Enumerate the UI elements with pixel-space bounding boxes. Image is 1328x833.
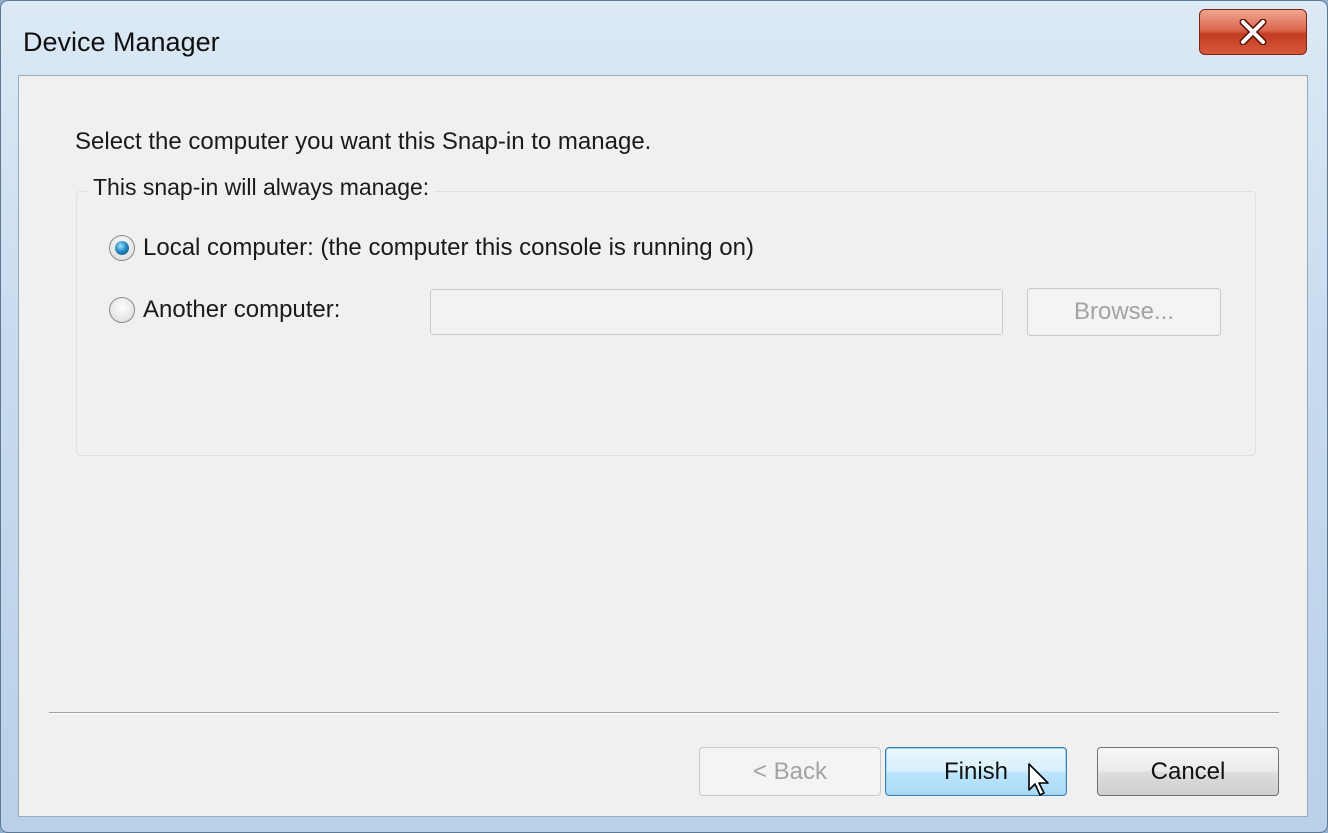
title-bar: Device Manager [1,1,1327,77]
radio-local-computer[interactable]: Local computer: (the computer this conso… [109,234,754,262]
another-computer-input[interactable] [430,289,1003,335]
radio-local-computer-label: Local computer: (the computer this conso… [143,234,754,261]
radio-another-computer[interactable]: Another computer: [109,296,340,324]
radio-another-computer-label: Another computer: [143,296,341,323]
group-legend: This snap-in will always manage: [87,174,436,201]
footer-separator [49,712,1279,714]
device-manager-dialog: Device Manager Select the computer you w… [0,0,1328,833]
browse-button[interactable]: Browse... [1027,288,1221,336]
window-title: Device Manager [23,27,220,57]
manage-target-group: This snap-in will always manage: Local c… [76,174,1256,456]
dialog-content: Select the computer you want this Snap-i… [18,75,1308,817]
instruction-text: Select the computer you want this Snap-i… [75,128,652,155]
close-button[interactable] [1199,9,1307,55]
back-button[interactable]: < Back [699,747,881,796]
radio-button-selected[interactable] [109,235,135,261]
finish-button[interactable]: Finish [885,747,1067,796]
close-icon [1239,19,1267,45]
cancel-button[interactable]: Cancel [1097,747,1279,796]
radio-button-unselected[interactable] [109,297,135,323]
